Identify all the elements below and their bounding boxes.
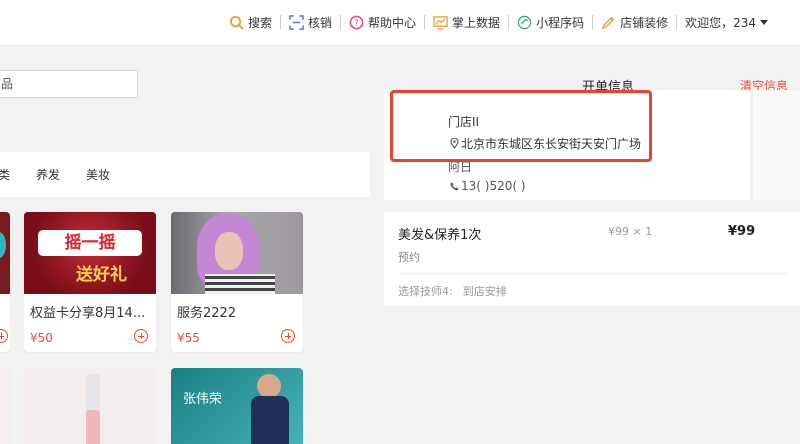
help-icon: ?: [349, 15, 364, 29]
top-bar: 搜索 核销 ? 帮助中心 掌上数据 小程序码 店铺装修 欢迎您，234: [0, 0, 800, 46]
technician-value: 到店安排: [462, 285, 507, 298]
nav-decorate[interactable]: 店铺装修: [593, 14, 676, 31]
service-type: 预约: [398, 251, 420, 264]
store-side-panel: [752, 90, 800, 200]
miniprogram-icon: [517, 15, 532, 29]
store-address: 北京市东城区东长安街天安门广场: [450, 135, 641, 152]
store-phone: 13( )520( ): [450, 179, 526, 193]
service-price: ¥99: [728, 224, 756, 239]
user-welcome: 欢迎您，234: [685, 15, 756, 30]
nav-help[interactable]: ? 帮助中心: [341, 14, 424, 31]
add-icon[interactable]: [281, 329, 295, 343]
nav-data-label: 掌上数据: [452, 15, 501, 30]
product-card[interactable]: 服务2222 ¥55: [171, 212, 303, 352]
nav-verify-label: 核销: [308, 15, 333, 30]
promo-card-title: 张伟荣: [183, 392, 223, 407]
service-name: 美发&保养1次: [398, 228, 482, 243]
store-name: 门店II: [448, 115, 480, 129]
product-search-input[interactable]: 品: [0, 70, 138, 98]
chevron-down-icon: [760, 19, 768, 25]
product-image: 张伟荣: [171, 368, 303, 444]
nav-search[interactable]: 搜索: [221, 14, 280, 31]
nav-help-label: 帮助中心: [368, 15, 417, 30]
nav-data[interactable]: 掌上数据: [425, 14, 508, 31]
category-tab-makeup[interactable]: 美妆: [86, 166, 110, 183]
nav-decorate-label: 店铺装修: [620, 15, 669, 30]
product-image: 摇一摇 送好礼: [24, 212, 156, 294]
location-pin-icon: [450, 138, 459, 149]
top-nav: 搜索 核销 ? 帮助中心 掌上数据 小程序码 店铺装修 欢迎您，234: [221, 0, 776, 44]
product-name: 权益卡分享8月14...: [30, 306, 146, 321]
nav-verify[interactable]: 核销: [281, 14, 340, 31]
brush-icon: [601, 16, 615, 29]
nav-miniprogram[interactable]: 小程序码: [509, 14, 592, 31]
search-icon: [229, 15, 244, 30]
nav-miniprogram-label: 小程序码: [536, 15, 585, 30]
product-card[interactable]: 摇一摇 送好礼 权益卡分享8月14... ¥50: [24, 212, 156, 352]
product-card-partial[interactable]: [0, 368, 10, 444]
phone-icon: [450, 182, 459, 191]
product-card[interactable]: [24, 368, 156, 444]
service-quantity: ¥99 × 1: [608, 225, 653, 238]
add-icon[interactable]: [134, 329, 148, 343]
chart-icon: [433, 15, 448, 30]
store-phone-text: 13( )520( ): [461, 179, 526, 193]
divider: [398, 273, 788, 274]
svg-text:?: ?: [354, 17, 358, 27]
category-bar: 类 养发 美妆: [0, 152, 370, 197]
product-image: [0, 212, 10, 294]
product-card-partial[interactable]: [0, 212, 10, 352]
banner-line2: 送好礼: [76, 265, 127, 285]
technician-select[interactable]: 选择技师4: 到店安排: [398, 283, 517, 299]
product-image: [171, 212, 303, 294]
add-icon[interactable]: [0, 329, 8, 343]
user-menu[interactable]: 欢迎您，234: [677, 14, 776, 31]
store-shop-label: 阿日: [448, 160, 473, 174]
product-image: [24, 368, 156, 444]
technician-label: 选择技师4:: [398, 285, 453, 298]
nav-search-label: 搜索: [248, 15, 273, 30]
product-name: 服务2222: [177, 306, 237, 321]
product-card[interactable]: 张伟荣: [171, 368, 303, 444]
category-tab[interactable]: 类: [0, 166, 10, 183]
category-tab-hair-care[interactable]: 养发: [36, 166, 60, 183]
banner-line1: 摇一摇: [38, 230, 142, 256]
scan-icon: [289, 14, 304, 30]
store-address-text: 北京市东城区东长安街天安门广场: [461, 137, 642, 151]
